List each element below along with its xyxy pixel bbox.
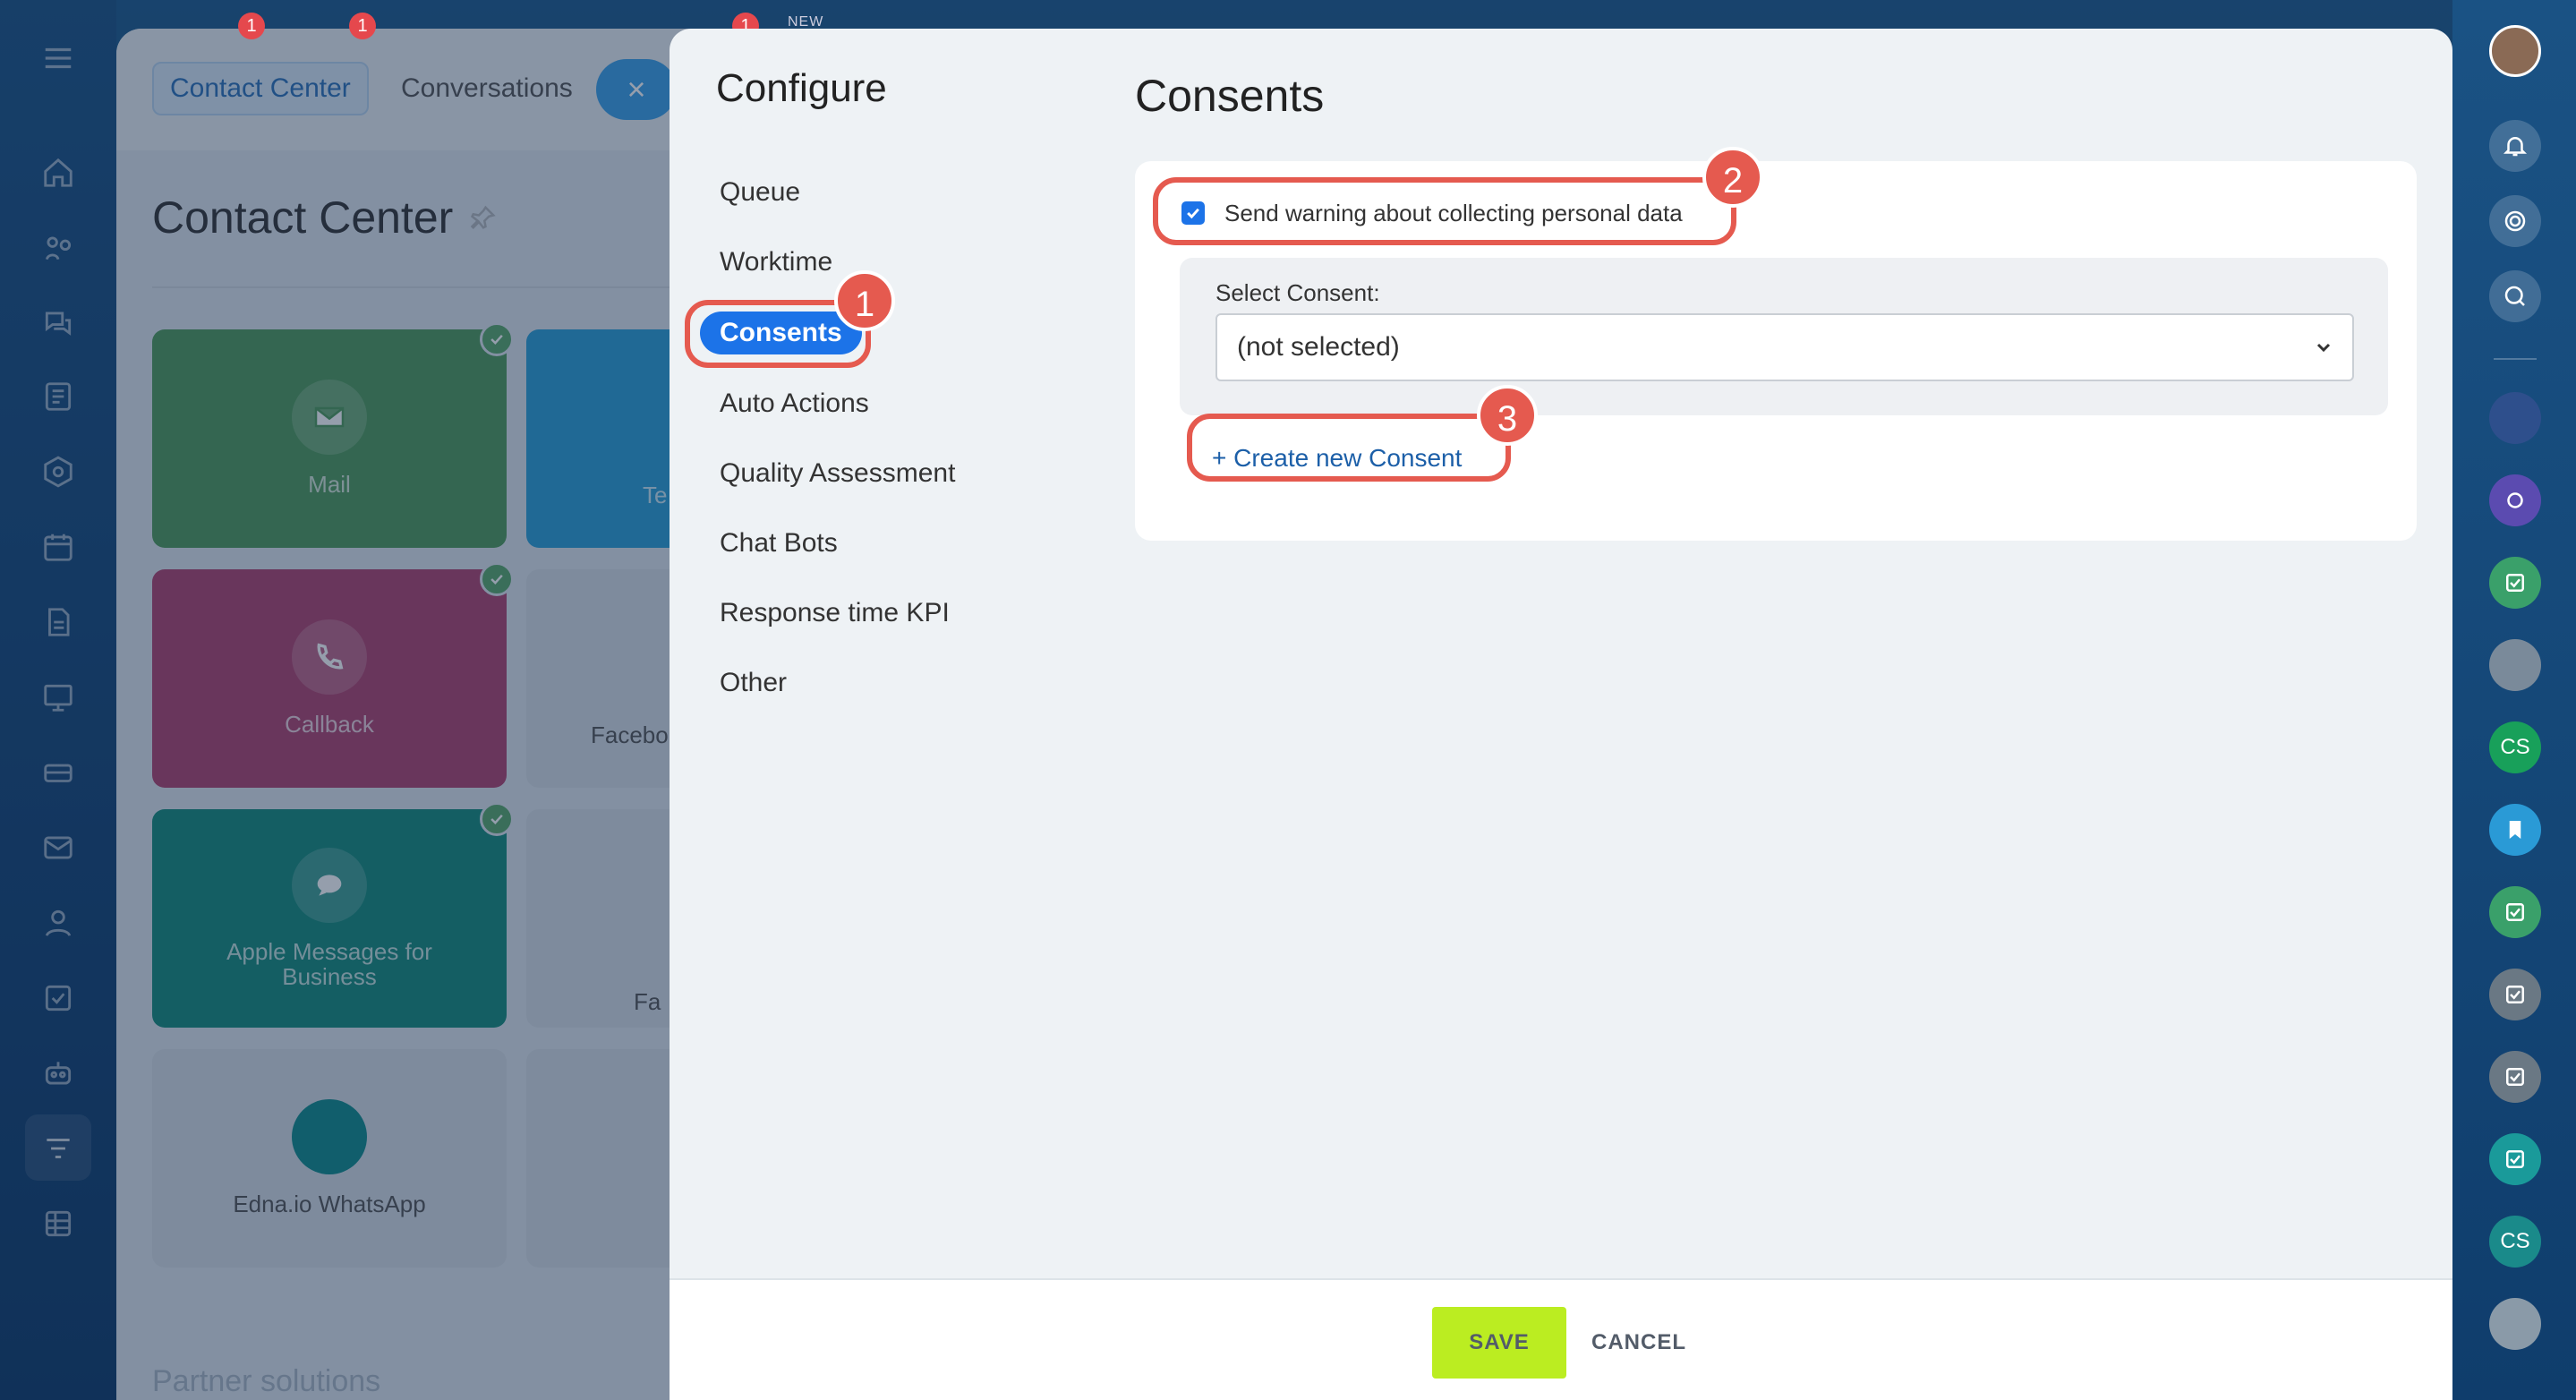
select-consent-panel: Select Consent: (not selected) (1180, 258, 2388, 415)
search-chat-icon[interactable] (2489, 270, 2541, 322)
task-check-icon[interactable] (2489, 557, 2541, 609)
task-check-icon[interactable] (2489, 1051, 2541, 1103)
feed-icon[interactable] (38, 376, 79, 417)
group-icon[interactable] (2489, 474, 2541, 526)
tasks-icon[interactable] (38, 977, 79, 1019)
chat-icon[interactable] (38, 303, 79, 344)
menu-item-other[interactable]: Other (720, 662, 787, 704)
partner-solutions-heading: Partner solutions (152, 1364, 381, 1398)
edna-logo-icon (292, 1098, 367, 1174)
tile-callback[interactable]: Callback (152, 562, 514, 788)
right-rail-separator (2494, 358, 2537, 360)
tile-label: Facebo (591, 721, 669, 748)
cancel-button[interactable]: CANCEL (1591, 1307, 1686, 1379)
tile-label: Te (643, 482, 668, 508)
configure-title: Configure (716, 66, 887, 110)
task-check-icon[interactable] (2489, 969, 2541, 1020)
notification-badge: 1 (349, 13, 376, 39)
cs-hexagon-avatar[interactable]: CS (2489, 721, 2541, 773)
warning-checkbox-row[interactable]: Send warning about collecting personal d… (1181, 193, 1683, 233)
robot-icon[interactable] (38, 1053, 79, 1094)
cs-avatar[interactable]: CS (2489, 1216, 2541, 1268)
background-contact-center: Contact Center Conversations × Contact C… (116, 29, 707, 1400)
task-check-icon[interactable] (2489, 1133, 2541, 1185)
avatar[interactable] (2489, 639, 2541, 691)
tile-label: Mail (308, 470, 351, 498)
warning-checkbox[interactable] (1181, 201, 1205, 225)
bookmark-icon[interactable] (2489, 804, 2541, 856)
menu-item-auto-actions[interactable]: Auto Actions (720, 383, 869, 424)
consents-heading: Consents (1135, 71, 1325, 121)
avatar[interactable] (2489, 1298, 2541, 1350)
drive-icon[interactable] (38, 752, 79, 793)
background-top-bar: Contact Center Conversations × (116, 29, 707, 150)
phone-icon (292, 619, 367, 695)
mail-icon (292, 379, 367, 455)
mail-icon[interactable] (38, 827, 79, 868)
task-check-icon[interactable] (2489, 886, 2541, 938)
pin-icon[interactable] (470, 204, 497, 231)
select-consent-label: Select Consent: (1215, 279, 1380, 306)
configure-slider: Configure Queue Worktime Consents Auto A… (670, 29, 2452, 1400)
tile-label: Edna.io WhatsApp (233, 1190, 426, 1217)
tile-edna-whatsapp[interactable]: Edna.io WhatsApp (152, 1049, 507, 1268)
menu-item-queue[interactable]: Queue (720, 172, 800, 213)
chevron-down-icon (2316, 343, 2331, 353)
crm-icon[interactable] (38, 227, 79, 269)
menu-item-worktime[interactable]: Worktime (720, 242, 832, 283)
menu-item-consents[interactable]: Consents (700, 312, 862, 354)
tile-label: Apple Messages for Business (226, 938, 432, 990)
bell-icon[interactable] (2489, 120, 2541, 172)
home-icon[interactable] (38, 152, 79, 193)
tile-label: Callback (285, 710, 374, 738)
modal-footer: SAVE CANCEL (670, 1278, 2452, 1400)
menu-item-quality-assessment[interactable]: Quality Assessment (720, 453, 955, 494)
step-number-3: 3 (1477, 385, 1538, 446)
calendar-icon[interactable] (38, 526, 79, 568)
menu-item-response-time-kpi[interactable]: Response time KPI (720, 593, 950, 634)
consent-select[interactable]: (not selected) (1215, 313, 2354, 381)
grid-icon[interactable] (38, 1203, 79, 1244)
target-icon[interactable] (2489, 195, 2541, 247)
contacts-icon[interactable] (38, 902, 79, 943)
step-number-1: 1 (834, 270, 895, 331)
left-sidebar (0, 0, 116, 1400)
check-icon (480, 322, 514, 356)
user-avatar[interactable] (2489, 25, 2541, 77)
tab-conversations[interactable]: Conversations (401, 62, 573, 115)
consents-card: Send warning about collecting personal d… (1135, 161, 2417, 541)
avatar[interactable] (2489, 392, 2541, 444)
hexagon-icon[interactable] (38, 451, 79, 492)
message-bubble-icon (292, 848, 367, 923)
consent-select-value: (not selected) (1237, 332, 1400, 362)
divider (152, 286, 689, 288)
create-new-consent-link[interactable]: + Create new Consent (1212, 440, 1462, 476)
save-button[interactable]: SAVE (1432, 1307, 1566, 1379)
warning-checkbox-label[interactable]: Send warning about collecting personal d… (1224, 200, 1683, 227)
check-icon (480, 562, 514, 596)
notification-badge: 1 (238, 13, 265, 39)
menu-item-chat-bots[interactable]: Chat Bots (720, 523, 838, 564)
filter-icon[interactable] (38, 1128, 79, 1169)
menu-icon[interactable] (38, 38, 79, 79)
step-number-2: 2 (1702, 147, 1763, 208)
tab-contact-center[interactable]: Contact Center (152, 62, 369, 115)
board-icon[interactable] (38, 677, 79, 718)
page-title: Contact Center (152, 192, 454, 243)
document-icon[interactable] (38, 602, 79, 643)
tile-apple-messages[interactable]: Apple Messages for Business (152, 802, 514, 1028)
tile-label: Fa (634, 988, 661, 1015)
tile-mail[interactable]: Mail (152, 322, 514, 548)
check-icon (480, 802, 514, 836)
close-button[interactable]: × (596, 59, 677, 120)
